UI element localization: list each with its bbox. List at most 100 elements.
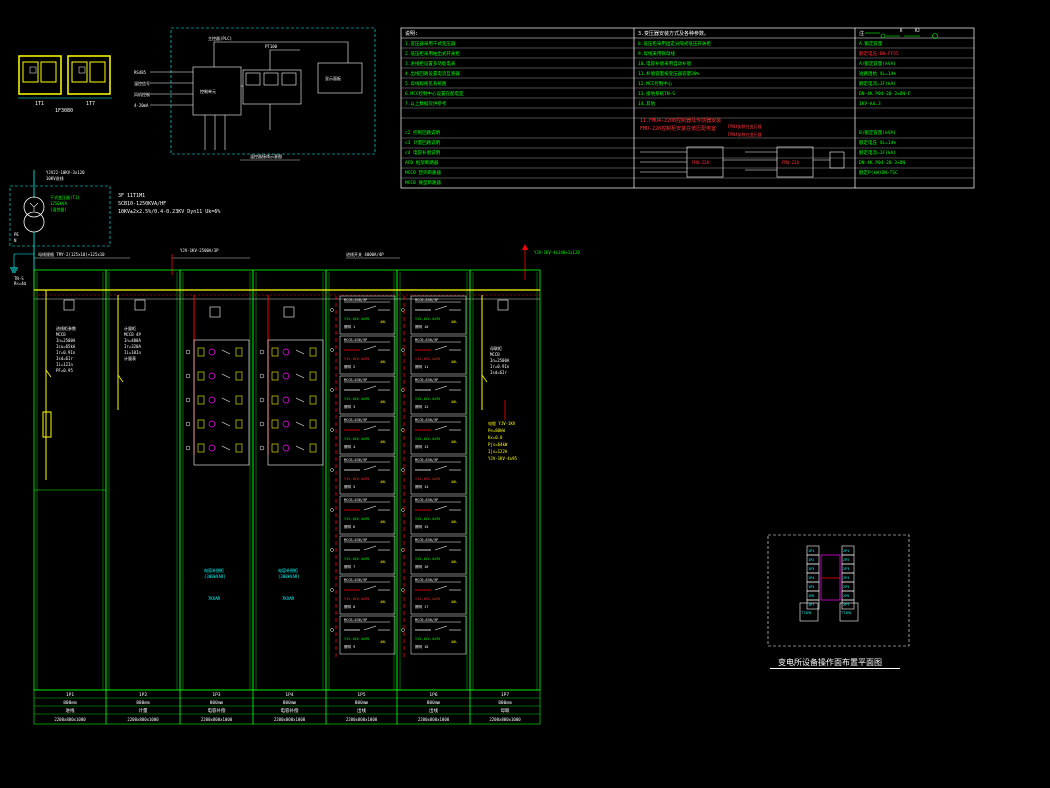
table-cell: 3.进线柜设置多功能电表 xyxy=(405,60,456,67)
svg-text:照明 5: 照明 5 xyxy=(344,485,355,489)
svg-text:照明 13: 照明 13 xyxy=(415,445,428,449)
svg-text:10KV±2x2.5%/0.4-0.23KV Dyn11 U: 10KV±2x2.5%/0.4-0.23KV Dyn11 Uk=6% xyxy=(118,209,220,215)
svg-text:YJV-1KV-4x95: YJV-1KV-4x95 xyxy=(344,437,369,441)
layout-transformer-2: TT1M2 xyxy=(841,611,852,615)
layout-transformer-1: TT1M1 xyxy=(801,611,812,615)
svg-text:40L: 40L xyxy=(380,640,386,644)
panel-width: 800mm xyxy=(210,700,224,706)
layout-cell-left: 1P2 xyxy=(808,558,814,562)
svg-text:1T1: 1T1 xyxy=(35,101,44,107)
svg-text:Ijs=122A: Ijs=122A xyxy=(488,449,508,454)
table-cell: c3 计量回路说明 xyxy=(405,139,441,146)
svg-text:照明 4: 照明 4 xyxy=(344,445,355,449)
table-cell: 1.变压器采用干式变压器 xyxy=(405,40,456,47)
svg-text:照明 15: 照明 15 xyxy=(415,525,428,529)
svg-text:1F3080: 1F3080 xyxy=(55,108,73,114)
switchboard: 母线规格 TMY-2(125x10)+125x10 YJV-1KV-2500A/… xyxy=(33,244,580,725)
svg-text:MCCB-630/3P: MCCB-630/3P xyxy=(344,498,367,502)
layout-cell-right: 2P4 xyxy=(843,576,849,580)
layout-cell-right: 2P3 xyxy=(843,567,849,571)
table-cell: ACB 框架断路器 xyxy=(405,159,439,166)
svg-text:40L: 40L xyxy=(451,600,457,604)
svg-text:N: N xyxy=(14,238,17,243)
table-cell: 短路阻抗 XL=14% xyxy=(859,70,896,77)
svg-text:Icu=65kA: Icu=65kA xyxy=(56,344,76,349)
panel-width: 800mm xyxy=(283,700,297,706)
svg-text:照明 16: 照明 16 xyxy=(415,565,428,569)
panel-number: 1P7 xyxy=(501,692,509,698)
table-cell: A)额定容量(kVA) xyxy=(859,60,896,67)
svg-text:MCCB-630/3P: MCCB-630/3P xyxy=(415,418,438,422)
table-cell: 4.出线回路设置电流互感器 xyxy=(405,70,460,77)
panel-dim: 2200x800x1000 xyxy=(127,717,159,722)
svg-text:Ii=10In: Ii=10In xyxy=(124,350,141,355)
svg-text:40L: 40L xyxy=(451,560,457,564)
svg-text:电容补偿柜: 电容补偿柜 xyxy=(278,567,298,573)
svg-text:40L: 40L xyxy=(451,520,457,524)
table-cell: IKV-A4.3 xyxy=(859,101,881,107)
svg-text:YJV-1KV-4x95: YJV-1KV-4x95 xyxy=(344,317,369,321)
svg-text:(300kVAR): (300kVAR) xyxy=(278,574,300,579)
panel-use: 电容补偿 xyxy=(208,707,226,714)
svg-text:1250kVA: 1250kVA xyxy=(50,201,67,206)
panel-frame xyxy=(252,269,327,691)
svg-text:YJV-1KV-4x95: YJV-1KV-4x95 xyxy=(415,397,440,401)
svg-text:MCCB-630/3P: MCCB-630/3P xyxy=(344,458,367,462)
panel-use: 出线 xyxy=(357,707,366,714)
svg-text:照明 1: 照明 1 xyxy=(344,325,355,329)
svg-text:照明 14: 照明 14 xyxy=(415,485,428,489)
svg-text:照明 11: 照明 11 xyxy=(415,365,428,369)
svg-text:照明 10: 照明 10 xyxy=(415,325,428,329)
svg-text:YJV-1KV-4x95: YJV-1KV-4x95 xyxy=(415,637,440,641)
svg-text:FMU-220控制柜安装在低压配电室: FMU-220控制柜安装在低压配电室 xyxy=(640,125,716,132)
svg-text:Ir=0.9In: Ir=0.9In xyxy=(490,364,510,369)
svg-text:计量柜: 计量柜 xyxy=(124,325,136,331)
table-cell: DN-4K.P04-20-3+DN xyxy=(859,160,905,166)
panel-dim: 2200x800x1000 xyxy=(54,717,86,722)
panel-frame xyxy=(469,269,541,691)
svg-text:照明 3: 照明 3 xyxy=(344,405,355,409)
svg-text:照明 7: 照明 7 xyxy=(344,565,355,569)
svg-text:MCCB-630/3P: MCCB-630/3P xyxy=(415,298,438,302)
svg-text:40L: 40L xyxy=(451,360,457,364)
svg-text:Ir=320A: Ir=320A xyxy=(124,344,141,349)
panel-use: 出线 xyxy=(429,707,438,714)
table-cell: 12.MCC控制中心 xyxy=(638,80,673,87)
table-cell: MCCB 塑壳断路器 xyxy=(405,169,442,176)
panel-frame xyxy=(179,269,254,691)
panel-dim: 2200x800x1000 xyxy=(346,717,378,722)
panel-width: 800mm xyxy=(136,700,150,706)
panel-width: 800mm xyxy=(355,700,369,706)
panel-width: 800mm xyxy=(427,700,441,706)
svg-text:MCCB-630/3P: MCCB-630/3P xyxy=(415,618,438,622)
table-cell: 6.MCC控制中心设置在配电室 xyxy=(405,90,464,97)
svg-text:Pjs=64kW: Pjs=64kW xyxy=(488,442,508,447)
svg-text:(温控器): (温控器) xyxy=(50,206,67,212)
svg-text:MCCB-630/3P: MCCB-630/3P xyxy=(344,538,367,542)
svg-text:4-20mA: 4-20mA xyxy=(134,103,149,108)
panel-use: 母联 xyxy=(501,707,510,714)
svg-text:1T7: 1T7 xyxy=(86,101,95,107)
svg-text:YJV-1KV-4x95: YJV-1KV-4x95 xyxy=(415,597,440,601)
layout-cell-left: 1P4 xyxy=(808,576,814,580)
svg-text:40L: 40L xyxy=(380,480,386,484)
svg-text:RJ: RJ xyxy=(915,28,920,33)
svg-text:YJV-1KV-4x240+1x120: YJV-1KV-4x240+1x120 xyxy=(534,250,580,255)
table-cell: 5.母线规格见系统图 xyxy=(405,80,447,87)
svg-text:YJV-1KV-4x95: YJV-1KV-4x95 xyxy=(344,477,369,481)
layout-plan: 1P1 1P2 1P3 1P4 1P5 1P6 1P7 2P1 2P2 2P3 2P4 2P5 2P6 2… xyxy=(767,534,910,647)
svg-text:7KVAR: 7KVAR xyxy=(282,596,295,601)
svg-text:照明 6: 照明 6 xyxy=(344,525,355,529)
svg-text:MCCB 4P: MCCB 4P xyxy=(124,332,141,337)
svg-text:照明 9: 照明 9 xyxy=(344,645,355,649)
panel-use: 电容补偿 xyxy=(281,707,299,714)
table-cell: 额定电流=1F(kA) xyxy=(859,80,896,87)
svg-text:Isd=6Ir: Isd=6Ir xyxy=(56,356,73,361)
svg-text:母联柜: 母联柜 xyxy=(490,345,502,351)
svg-text:FMU-220: FMU-220 xyxy=(782,160,799,165)
svg-text:MCCB-630/3P: MCCB-630/3P xyxy=(344,378,367,382)
svg-text:MCCB-630/3P: MCCB-630/3P xyxy=(415,498,438,502)
table-header-2: 注 xyxy=(859,30,864,37)
svg-text:MCCB-630/3P: MCCB-630/3P xyxy=(344,298,367,302)
panel-number: 1P5 xyxy=(357,692,365,698)
